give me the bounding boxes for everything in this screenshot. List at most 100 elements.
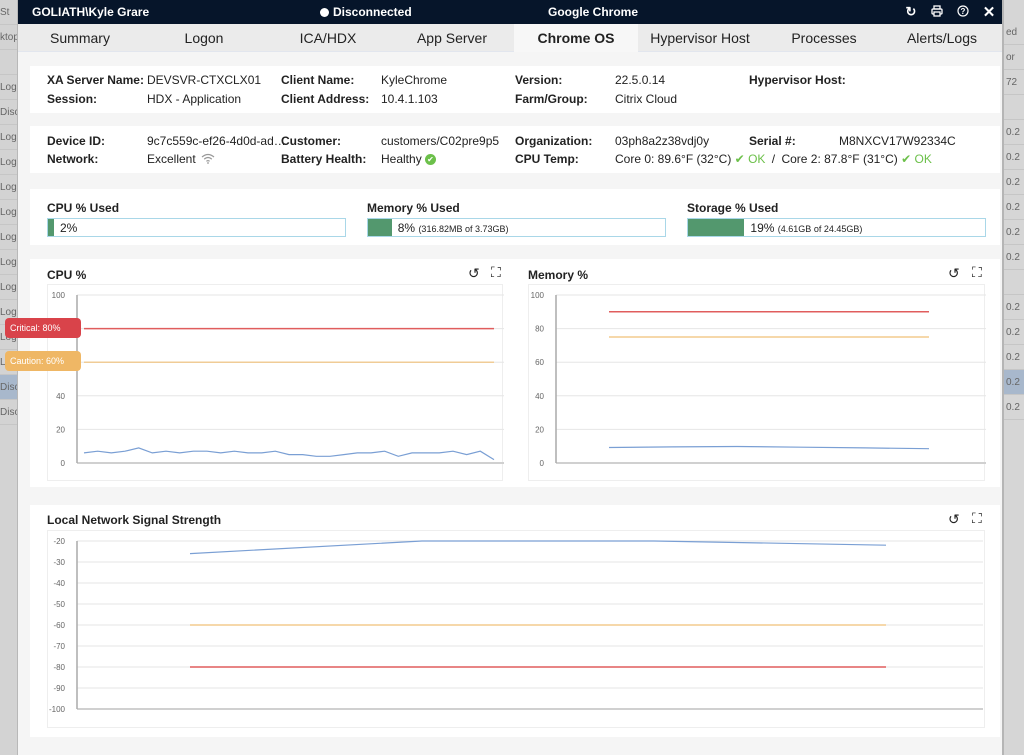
series-line-cpu — [83, 447, 495, 461]
memory-chart-reset-icon[interactable]: ↺ — [948, 265, 960, 282]
serial-value: M8NXCV17W92334C — [839, 134, 956, 148]
background-row — [1004, 270, 1024, 295]
y-tick-label: 20 — [56, 425, 65, 434]
print-icon[interactable] — [924, 4, 950, 20]
background-app-left: StktopLogsDiscLogsLogsLogsLogsLogsLogsLo… — [0, 0, 18, 755]
application-name: Google Chrome — [548, 5, 639, 19]
background-row — [0, 50, 17, 75]
network-chart-panel: Local Network Signal Strength ↺ ⛶ -20 -30… — [30, 505, 1000, 737]
background-row: 0.2 — [1004, 195, 1024, 220]
connection-status: Disconnected — [320, 5, 412, 19]
network-chart-fullscreen-icon[interactable]: ⛶ — [972, 510, 982, 527]
cpu-used-fill — [48, 219, 54, 236]
cpu-memory-charts-panel: CPU % ↺ ⛶ 0 20 40 100 Memory % ↺ ⛶ 0 20 40 60 8… — [30, 259, 1000, 487]
temp-separator: / — [771, 152, 776, 166]
organization-value: 03ph8a2z38vdj0y — [615, 134, 710, 148]
tab-alerts-logs[interactable]: Alerts/Logs — [886, 24, 998, 52]
background-row: 0.2 — [1004, 345, 1024, 370]
background-row: 0.2 — [1004, 120, 1024, 145]
core2-status: OK — [914, 152, 932, 166]
network-chart-reset-icon[interactable]: ↺ — [948, 511, 960, 528]
hypervisor-host-label: Hypervisor Host: — [749, 73, 846, 87]
tab-processes[interactable]: Processes — [762, 24, 886, 52]
network-chart: -20 -30 -40 -50 -60 -70 -80 -90 -100 — [47, 530, 985, 728]
background-app-right: ed or 72 0.2 0.2 0.2 0.2 0.2 0.2 0.2 0.2 0.2 0.2 0.2 — [1002, 0, 1024, 755]
session-user: GOLIATH\Kyle Grare — [32, 5, 150, 19]
xa-server-name-value: DEVSVR-CTXCLX01 — [147, 73, 262, 87]
core2-temp: Core 2: 87.8°F (31°C) — [781, 152, 898, 166]
background-row: Logs — [0, 200, 17, 225]
background-row: Logs — [0, 250, 17, 275]
y-tick-label: -80 — [53, 663, 65, 672]
core0-status: OK — [748, 152, 766, 166]
y-tick-label: 40 — [535, 392, 544, 401]
background-row: 0.2 — [1004, 320, 1024, 345]
background-row: 0.2 — [1004, 220, 1024, 245]
refresh-icon[interactable]: ↻ — [898, 4, 924, 20]
y-tick-label: 0 — [540, 459, 545, 468]
memory-used-title: Memory % Used — [367, 201, 460, 215]
cpu-chart-reset-icon[interactable]: ↺ — [468, 265, 480, 282]
close-icon[interactable]: ✕ — [976, 3, 1002, 21]
battery-health-text: Healthy — [381, 152, 422, 166]
background-row: or — [1004, 45, 1024, 70]
tab-summary[interactable]: Summary — [18, 24, 142, 52]
usage-gauges-panel: CPU % Used 2% Memory % Used 8% (316.82MB… — [30, 189, 1000, 245]
cpu-used-title: CPU % Used — [47, 201, 120, 215]
check-circle-icon: ✔ — [425, 154, 437, 166]
serial-label: Serial #: — [749, 134, 796, 148]
version-label: Version: — [515, 73, 563, 87]
cpu-temp-value: Core 0: 89.6°F (32°C) ✔ OK / Core 2: 87.… — [615, 152, 932, 166]
storage-used-fill — [688, 219, 745, 236]
tab-app-server[interactable]: App Server — [390, 24, 514, 52]
session-label: Session: — [47, 92, 98, 106]
cpu-chart: 0 20 40 100 — [47, 284, 504, 481]
y-tick-label: 60 — [535, 358, 544, 367]
background-row: 0.2 — [1004, 295, 1024, 320]
client-name-value: KyleChrome — [381, 73, 448, 87]
background-row: Logs — [0, 225, 17, 250]
y-tick-label: -60 — [53, 621, 65, 630]
background-row: Disc — [0, 375, 17, 400]
background-row: Logs — [0, 175, 17, 200]
cpu-chart-svg: 0 20 40 100 — [52, 291, 504, 468]
memory-chart: 0 20 40 60 80 100 — [528, 284, 986, 481]
tab-logon[interactable]: Logon — [142, 24, 266, 52]
y-tick-label: 40 — [56, 392, 65, 401]
memory-used-gauge: 8% (316.82MB of 3.73GB) — [367, 218, 666, 237]
battery-health-value: Healthy ✔ — [381, 152, 437, 166]
core0-temp: Core 0: 89.6°F (32°C) — [615, 152, 732, 166]
background-row: Disc — [0, 400, 17, 425]
series-line-memory — [608, 445, 930, 450]
background-row: ktop — [0, 25, 17, 50]
background-row: 0.2 — [1004, 245, 1024, 270]
network-quality: Excellent — [147, 152, 196, 166]
session-value: HDX - Application — [147, 92, 242, 106]
connection-status-text: Disconnected — [333, 5, 412, 19]
memory-chart-svg: 0 20 40 60 80 100 — [531, 291, 986, 468]
svg-text:?: ? — [961, 7, 966, 16]
core2-check-icon: ✔ — [901, 152, 912, 166]
memory-chart-fullscreen-icon[interactable]: ⛶ — [972, 264, 982, 281]
cpu-chart-fullscreen-icon[interactable]: ⛶ — [491, 264, 501, 281]
tab-ica-hdx[interactable]: ICA/HDX — [266, 24, 390, 52]
tab-hypervisor-host[interactable]: Hypervisor Host — [638, 24, 762, 52]
y-tick-label: -30 — [53, 558, 65, 567]
client-name-label: Client Name: — [281, 73, 355, 87]
memory-used-text: 8% (316.82MB of 3.73GB) — [397, 221, 509, 235]
network-chart-title: Local Network Signal Strength — [47, 513, 222, 527]
background-row: Logs — [0, 275, 17, 300]
tab-chrome-os[interactable]: Chrome OS — [514, 24, 638, 52]
device-id-label: Device ID: — [47, 134, 106, 148]
version-value: 22.5.0.14 — [615, 73, 666, 87]
background-row: Disc — [0, 100, 17, 125]
session-info-panel: XA Server Name: DEVSVR-CTXCLX01 Session:… — [30, 66, 1000, 113]
critical-threshold-badge: Critical: 80% — [5, 318, 81, 338]
background-row: Logs — [0, 150, 17, 175]
y-tick-label: -70 — [53, 642, 65, 651]
background-row: Logs — [0, 125, 17, 150]
y-tick-label: 100 — [52, 291, 66, 300]
help-icon[interactable]: ? — [950, 4, 976, 20]
background-row — [1004, 95, 1024, 120]
background-row: 72 — [1004, 70, 1024, 95]
